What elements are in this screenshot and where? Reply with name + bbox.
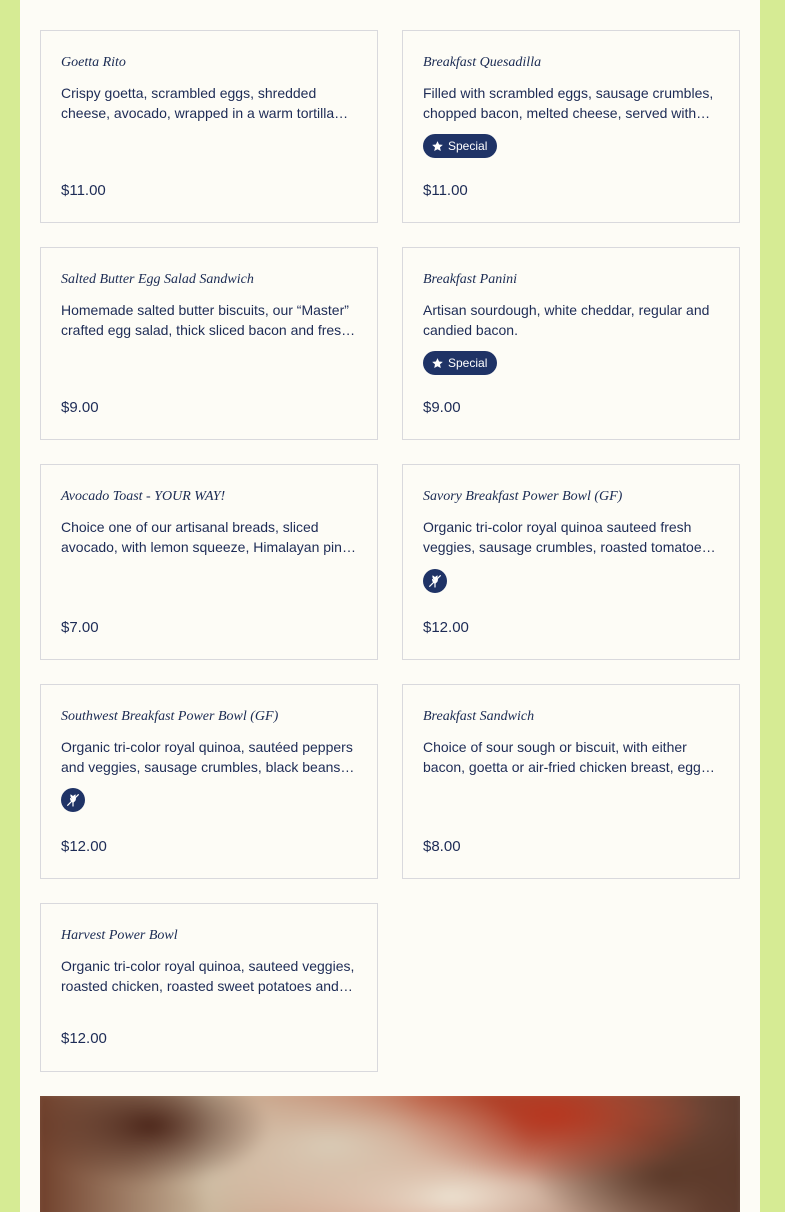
menu-item-title: Breakfast Panini <box>423 272 517 287</box>
gluten-free-icon <box>61 788 85 812</box>
menu-item-description: Organic tri-color royal quinoa, sauteed … <box>61 958 355 994</box>
menu-item-description: Crispy goetta, scrambled eggs, shredded … <box>61 85 335 121</box>
menu-item-price: $12.00 <box>423 619 469 636</box>
menu-item-title: Breakfast Sandwich <box>423 709 535 724</box>
menu-item-description: Filled with scrambled eggs, sausage crum… <box>423 85 714 121</box>
special-badge: Special <box>423 351 498 375</box>
menu-item-title: Harvest Power Bowl <box>61 928 178 943</box>
menu-item-price: $8.00 <box>423 838 461 855</box>
menu-item-card[interactable]: Breakfast Sandwich Choice of sour sough … <box>402 684 740 879</box>
menu-item-price: $11.00 <box>423 182 468 199</box>
star-icon <box>432 140 443 151</box>
menu-item-card[interactable]: Breakfast Quesadilla Filled with scrambl… <box>402 30 740 223</box>
special-badge-label: Special <box>448 139 488 153</box>
menu-item-title: Avocado Toast - YOUR WAY! <box>61 489 226 504</box>
menu-item-card[interactable]: Salted Butter Egg Salad Sandwich Homemad… <box>40 247 378 440</box>
menu-item-card[interactable]: Goetta Rito Crispy goetta, scrambled egg… <box>40 30 378 223</box>
menu-item-price: $12.00 <box>61 1030 107 1047</box>
menu-item-title: Savory Breakfast Power Bowl (GF) <box>423 489 623 504</box>
star-icon <box>432 357 443 368</box>
gluten-free-icon <box>423 569 447 593</box>
special-badge-label: Special <box>448 356 488 370</box>
menu-item-price: $11.00 <box>61 182 106 199</box>
special-badge: Special <box>423 134 498 158</box>
menu-item-title: Salted Butter Egg Salad Sandwich <box>61 272 254 287</box>
menu-item-price: $9.00 <box>423 399 461 416</box>
menu-item-title: Breakfast Quesadilla <box>423 55 542 70</box>
menu-item-title: Goetta Rito <box>61 55 126 70</box>
menu-item-description: Choice of sour sough or biscuit, with ei… <box>423 739 701 775</box>
menu-item-card[interactable]: Harvest Power Bowl Organic tri-color roy… <box>40 903 378 1072</box>
menu-item-description: Homemade salted butter biscuits, our “Ma… <box>61 302 349 338</box>
menu-item-card[interactable]: Breakfast Panini Artisan sourdough, whit… <box>402 247 740 440</box>
menu-item-price: $7.00 <box>61 619 99 636</box>
menu-item-description: Organic tri-color royal quinoa sauteed f… <box>423 519 709 555</box>
food-photo <box>40 1096 740 1212</box>
menu-item-card[interactable]: Southwest Breakfast Power Bowl (GF) Orga… <box>40 684 378 879</box>
menu-item-price: $12.00 <box>61 838 107 855</box>
menu-item-title: Southwest Breakfast Power Bowl (GF) <box>61 709 279 724</box>
menu-item-description: Artisan sourdough, white cheddar, regula… <box>423 302 710 338</box>
menu-item-description: Organic tri-color royal quinoa, sautéed … <box>61 739 353 775</box>
menu-item-description: Choice one of our artisanal breads, slic… <box>61 519 349 555</box>
menu-item-card[interactable]: Avocado Toast - YOUR WAY! Choice one of … <box>40 464 378 660</box>
menu-item-card[interactable]: Savory Breakfast Power Bowl (GF) Organic… <box>402 464 740 660</box>
menu-item-price: $9.00 <box>61 399 99 416</box>
